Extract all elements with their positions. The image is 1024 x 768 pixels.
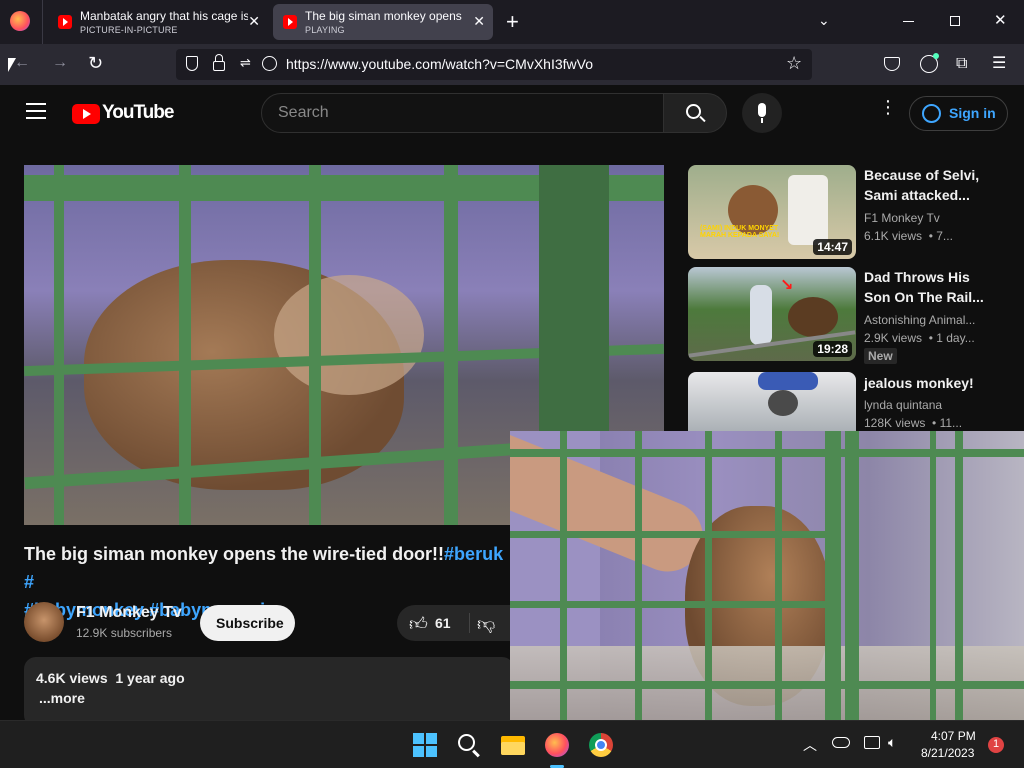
more-options-icon[interactable]: ⋮	[879, 98, 897, 116]
microphone-icon	[758, 103, 766, 117]
clock-time[interactable]: 4:07 PM	[931, 729, 976, 743]
tab-list-chevron-icon[interactable]: ⌄	[818, 12, 830, 29]
rec-meta-2: 2.9K views • 1 day...	[864, 331, 975, 345]
voice-search-button[interactable]	[742, 93, 782, 133]
close-window-icon[interactable]: ✕	[994, 11, 1007, 29]
guide-menu-icon[interactable]	[26, 103, 46, 119]
search-button[interactable]	[663, 93, 727, 133]
firefox-taskbar-icon[interactable]	[545, 733, 569, 757]
tab-active-siman-monkey[interactable]: The big siman monkey opens th PLAYING ✕	[273, 4, 493, 40]
hashtag-beruk[interactable]: #beruk	[444, 544, 503, 564]
subscribe-label: Subscribe	[216, 615, 284, 631]
notification-badge[interactable]: 1	[988, 737, 1004, 753]
windows-start-icon[interactable]	[413, 733, 437, 757]
taskbar-search-icon[interactable]	[457, 733, 481, 758]
sign-in-label: Sign in	[949, 105, 996, 121]
subscriber-count: 12.9K subscribers	[76, 626, 173, 640]
lock-shackle-icon	[215, 54, 223, 62]
browser-nav-bar: ← → ↻ ⇌ https://www.youtube.com/watch?v=…	[0, 44, 1024, 85]
pocket-icon[interactable]	[884, 57, 900, 71]
youtube-logo-text: YouTube	[102, 102, 174, 123]
mouse-cursor-icon	[8, 58, 16, 72]
rec-title-3[interactable]: jealous monkey!	[864, 373, 1004, 393]
file-explorer-icon[interactable]	[501, 733, 525, 757]
search-input[interactable]: Search	[261, 93, 664, 133]
youtube-favicon-icon	[58, 15, 72, 29]
rec-thumbnail-1[interactable]: (SAMI) INDUK MONYET MARAH KEPADA SAYA! 14…	[688, 165, 856, 259]
rec-title-2[interactable]: Dad Throws His Son On The Rail...	[864, 267, 1004, 307]
url-text[interactable]: https://www.youtube.com/watch?v=CMvXhI3f…	[286, 56, 593, 72]
tab-manbatak[interactable]: Manbatak angry that his cage is PICTURE-…	[48, 4, 268, 40]
description-box[interactable]: 4.6K views 1 year ago ...more	[24, 657, 514, 720]
subscribe-button[interactable]: Subscribe	[200, 605, 295, 641]
address-bar[interactable]: ⇌ https://www.youtube.com/watch?v=CMvXhI…	[176, 49, 812, 80]
rec-channel-2[interactable]: Astonishing Animal...	[864, 313, 975, 327]
thumbs-up-icon: 👍︎	[409, 614, 428, 634]
menu-hamburger-icon[interactable]: ☰	[992, 53, 1006, 73]
rec-thumbnail-2[interactable]: ↘ 19:28	[688, 267, 856, 361]
user-circle-icon	[922, 104, 941, 123]
rec-channel-1[interactable]: F1 Monkey Tv	[864, 211, 940, 225]
tab-subtitle: PLAYING	[305, 25, 345, 35]
forward-icon[interactable]: →	[52, 54, 68, 72]
close-tab-icon[interactable]: ✕	[248, 13, 260, 30]
show-hidden-icons-chevron-icon[interactable]: ︿	[803, 735, 817, 755]
onedrive-cloud-icon[interactable]	[832, 737, 850, 748]
clock-date[interactable]: 8/21/2023	[921, 746, 974, 760]
thumbnail-text: (SAMI) INDUK MONYET MARAH KEPADA SAYA!	[700, 225, 780, 239]
reload-icon[interactable]: ↻	[88, 53, 103, 74]
notification-count: 1	[993, 738, 1000, 750]
red-arrow-icon: ↘	[780, 277, 794, 294]
back-icon[interactable]: ←	[14, 54, 30, 72]
more-link[interactable]: ...more	[39, 690, 85, 706]
close-tab-icon[interactable]: ✕	[473, 13, 485, 30]
chrome-icon[interactable]	[589, 733, 613, 757]
tracking-blocked-icon[interactable]	[262, 56, 277, 71]
new-badge: New	[864, 348, 897, 364]
tab-subtitle: PICTURE-IN-PICTURE	[80, 25, 178, 35]
youtube-play-logo-icon	[72, 104, 100, 124]
minimize-window-icon[interactable]	[903, 21, 914, 22]
rec-meta-3: 128K views • 11...	[864, 416, 963, 430]
rec-title-1[interactable]: Because of Selvi, Sami attacked...	[864, 165, 1004, 205]
channel-name[interactable]: F1 Monkey Tv	[76, 604, 182, 622]
tab-title: The big siman monkey opens th	[305, 9, 465, 23]
like-count: 61	[435, 615, 451, 631]
rec-meta-1: 6.1K views • 7...	[864, 229, 953, 243]
youtube-favicon-icon	[283, 15, 297, 29]
bookmark-star-icon[interactable]: ☆	[786, 53, 802, 74]
shield-icon[interactable]	[186, 56, 198, 71]
video-duration: 19:28	[813, 341, 852, 357]
views-and-date: 4.6K views 1 year ago	[36, 670, 185, 686]
restore-window-icon[interactable]	[950, 16, 960, 26]
dislike-button[interactable]: 👎︎	[477, 613, 495, 635]
sign-in-button[interactable]: Sign in	[909, 96, 1008, 131]
rec-thumbnail-3[interactable]	[688, 372, 856, 432]
tab-title: Manbatak angry that his cage is	[80, 9, 248, 23]
thumbs-down-icon: 👎︎	[477, 614, 496, 634]
hashtag-partial[interactable]: #	[24, 572, 34, 592]
extensions-icon[interactable]: ⧉	[956, 55, 967, 73]
like-dislike-group: 👍︎ 61 👎︎	[397, 605, 517, 641]
network-icon[interactable]	[864, 736, 880, 749]
account-badge-dot	[933, 53, 939, 59]
permissions-icon[interactable]: ⇌	[240, 55, 251, 71]
search-placeholder: Search	[278, 104, 329, 121]
rec-channel-3[interactable]: lynda quintana	[864, 398, 942, 412]
firefox-menu-icon[interactable]	[10, 11, 30, 31]
video-title-text: The big siman monkey opens the wire-tied…	[24, 544, 445, 564]
new-tab-icon[interactable]: +	[506, 9, 519, 35]
browser-tab-bar: Manbatak angry that his cage is PICTURE-…	[0, 0, 1024, 44]
video-duration: 14:47	[813, 239, 852, 255]
like-button[interactable]: 👍︎ 61	[397, 605, 469, 641]
picture-in-picture-window[interactable]	[510, 431, 1024, 720]
channel-avatar[interactable]	[24, 602, 64, 642]
lock-icon[interactable]	[213, 61, 225, 71]
windows-taskbar: ︿ 🔈︎ 4:07 PM 8/21/2023 1	[0, 720, 1024, 768]
volume-icon[interactable]: 🔈︎	[888, 734, 896, 751]
